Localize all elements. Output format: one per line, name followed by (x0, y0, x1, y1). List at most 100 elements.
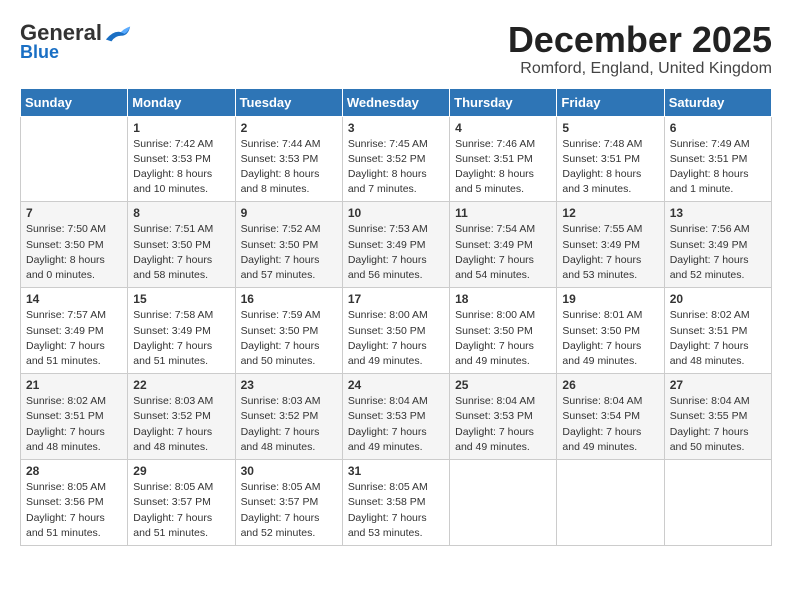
day-info: Sunrise: 7:52 AMSunset: 3:50 PMDaylight:… (241, 222, 337, 283)
day-number: 8 (133, 206, 229, 220)
calendar-cell: 28Sunrise: 8:05 AMSunset: 3:56 PMDayligh… (21, 460, 128, 546)
calendar-cell: 26 Sunrise: 8:04 AMSunset: 3:54 PMDayligh… (557, 374, 664, 460)
calendar-cell (21, 116, 128, 202)
day-number: 13 (670, 206, 766, 220)
calendar-cell: 10 Sunrise: 7:53 AMSunset: 3:49 PMDayligh… (342, 202, 449, 288)
day-number: 29 (133, 464, 229, 478)
logo: General Blue (20, 20, 132, 63)
calendar-cell: 4 Sunrise: 7:46 AMSunset: 3:51 PMDaylight… (450, 116, 557, 202)
month-title: December 2025 (508, 20, 772, 60)
day-number: 10 (348, 206, 444, 220)
day-number: 23 (241, 378, 337, 392)
day-info: Sunrise: 8:04 AMSunset: 3:53 PMDaylight:… (348, 394, 444, 455)
calendar-cell: 16Sunrise: 7:59 AMSunset: 3:50 PMDayligh… (235, 288, 342, 374)
calendar-cell: 13 Sunrise: 7:56 AMSunset: 3:49 PMDayligh… (664, 202, 771, 288)
calendar-cell: 25 Sunrise: 8:04 AMSunset: 3:53 PMDayligh… (450, 374, 557, 460)
day-number: 18 (455, 292, 551, 306)
day-info: Sunrise: 8:01 AMSunset: 3:50 PMDaylight:… (562, 308, 658, 369)
calendar-cell: 27Sunrise: 8:04 AMSunset: 3:55 PMDayligh… (664, 374, 771, 460)
day-info: Sunrise: 7:58 AMSunset: 3:49 PMDaylight:… (133, 308, 229, 369)
calendar-cell (450, 460, 557, 546)
weekday-header-row: SundayMondayTuesdayWednesdayThursdayFrid… (21, 88, 772, 116)
calendar-cell: 6Sunrise: 7:49 AMSunset: 3:51 PMDaylight… (664, 116, 771, 202)
day-info: Sunrise: 7:42 AMSunset: 3:53 PMDaylight:… (133, 137, 229, 198)
day-info: Sunrise: 8:05 AMSunset: 3:57 PMDaylight:… (241, 480, 337, 541)
calendar-cell: 11 Sunrise: 7:54 AMSunset: 3:49 PMDayligh… (450, 202, 557, 288)
day-info: Sunrise: 8:02 AMSunset: 3:51 PMDaylight:… (670, 308, 766, 369)
day-number: 7 (26, 206, 122, 220)
day-number: 2 (241, 121, 337, 135)
calendar-cell (557, 460, 664, 546)
week-row-5: 28Sunrise: 8:05 AMSunset: 3:56 PMDayligh… (21, 460, 772, 546)
calendar: SundayMondayTuesdayWednesdayThursdayFrid… (20, 88, 772, 546)
day-number: 21 (26, 378, 122, 392)
day-number: 12 (562, 206, 658, 220)
calendar-cell: 1 Sunrise: 7:42 AMSunset: 3:53 PMDaylight… (128, 116, 235, 202)
day-info: Sunrise: 7:51 AMSunset: 3:50 PMDaylight:… (133, 222, 229, 283)
calendar-cell: 14 Sunrise: 7:57 AMSunset: 3:49 PMDayligh… (21, 288, 128, 374)
day-number: 31 (348, 464, 444, 478)
day-number: 25 (455, 378, 551, 392)
weekday-header-friday: Friday (557, 88, 664, 116)
day-number: 6 (670, 121, 766, 135)
logo-blue-text: Blue (20, 42, 59, 63)
calendar-cell: 21Sunrise: 8:02 AMSunset: 3:51 PMDayligh… (21, 374, 128, 460)
day-number: 26 (562, 378, 658, 392)
weekday-header-thursday: Thursday (450, 88, 557, 116)
day-number: 14 (26, 292, 122, 306)
day-info: Sunrise: 7:46 AMSunset: 3:51 PMDaylight:… (455, 137, 551, 198)
calendar-cell: 9 Sunrise: 7:52 AMSunset: 3:50 PMDaylight… (235, 202, 342, 288)
day-info: Sunrise: 7:54 AMSunset: 3:49 PMDaylight:… (455, 222, 551, 283)
calendar-cell: 24Sunrise: 8:04 AMSunset: 3:53 PMDayligh… (342, 374, 449, 460)
title-block: December 2025 Romford, England, United K… (508, 20, 772, 78)
day-number: 4 (455, 121, 551, 135)
logo-bird-icon (104, 22, 132, 44)
calendar-cell: 22 Sunrise: 8:03 AMSunset: 3:52 PMDayligh… (128, 374, 235, 460)
week-row-2: 7Sunrise: 7:50 AMSunset: 3:50 PMDaylight… (21, 202, 772, 288)
calendar-cell: 2 Sunrise: 7:44 AMSunset: 3:53 PMDaylight… (235, 116, 342, 202)
calendar-cell: 3 Sunrise: 7:45 AMSunset: 3:52 PMDaylight… (342, 116, 449, 202)
calendar-cell: 8 Sunrise: 7:51 AMSunset: 3:50 PMDaylight… (128, 202, 235, 288)
day-info: Sunrise: 7:55 AMSunset: 3:49 PMDaylight:… (562, 222, 658, 283)
calendar-cell: 31 Sunrise: 8:05 AMSunset: 3:58 PMDayligh… (342, 460, 449, 546)
day-info: Sunrise: 7:48 AMSunset: 3:51 PMDaylight:… (562, 137, 658, 198)
weekday-header-tuesday: Tuesday (235, 88, 342, 116)
day-info: Sunrise: 8:00 AMSunset: 3:50 PMDaylight:… (455, 308, 551, 369)
day-number: 22 (133, 378, 229, 392)
day-number: 16 (241, 292, 337, 306)
week-row-1: 1 Sunrise: 7:42 AMSunset: 3:53 PMDaylight… (21, 116, 772, 202)
day-info: Sunrise: 7:57 AMSunset: 3:49 PMDaylight:… (26, 308, 122, 369)
page-header: General Blue December 2025 Romford, Engl… (20, 20, 772, 78)
weekday-header-saturday: Saturday (664, 88, 771, 116)
location: Romford, England, United Kingdom (508, 60, 772, 78)
day-info: Sunrise: 8:04 AMSunset: 3:53 PMDaylight:… (455, 394, 551, 455)
day-info: Sunrise: 7:53 AMSunset: 3:49 PMDaylight:… (348, 222, 444, 283)
day-info: Sunrise: 7:44 AMSunset: 3:53 PMDaylight:… (241, 137, 337, 198)
day-number: 11 (455, 206, 551, 220)
day-number: 28 (26, 464, 122, 478)
day-info: Sunrise: 8:04 AMSunset: 3:54 PMDaylight:… (562, 394, 658, 455)
calendar-cell: 7Sunrise: 7:50 AMSunset: 3:50 PMDaylight… (21, 202, 128, 288)
day-info: Sunrise: 8:00 AMSunset: 3:50 PMDaylight:… (348, 308, 444, 369)
weekday-header-sunday: Sunday (21, 88, 128, 116)
calendar-cell: 29Sunrise: 8:05 AMSunset: 3:57 PMDayligh… (128, 460, 235, 546)
calendar-cell (664, 460, 771, 546)
day-number: 9 (241, 206, 337, 220)
day-number: 30 (241, 464, 337, 478)
day-info: Sunrise: 8:05 AMSunset: 3:58 PMDaylight:… (348, 480, 444, 541)
day-info: Sunrise: 8:04 AMSunset: 3:55 PMDaylight:… (670, 394, 766, 455)
day-number: 20 (670, 292, 766, 306)
calendar-cell: 23Sunrise: 8:03 AMSunset: 3:52 PMDayligh… (235, 374, 342, 460)
day-info: Sunrise: 8:03 AMSunset: 3:52 PMDaylight:… (133, 394, 229, 455)
calendar-cell: 5Sunrise: 7:48 AMSunset: 3:51 PMDaylight… (557, 116, 664, 202)
day-number: 1 (133, 121, 229, 135)
day-info: Sunrise: 7:45 AMSunset: 3:52 PMDaylight:… (348, 137, 444, 198)
day-number: 15 (133, 292, 229, 306)
calendar-cell: 15 Sunrise: 7:58 AMSunset: 3:49 PMDayligh… (128, 288, 235, 374)
calendar-cell: 19 Sunrise: 8:01 AMSunset: 3:50 PMDayligh… (557, 288, 664, 374)
calendar-cell: 30 Sunrise: 8:05 AMSunset: 3:57 PMDayligh… (235, 460, 342, 546)
day-number: 19 (562, 292, 658, 306)
week-row-3: 14 Sunrise: 7:57 AMSunset: 3:49 PMDayligh… (21, 288, 772, 374)
day-info: Sunrise: 7:56 AMSunset: 3:49 PMDaylight:… (670, 222, 766, 283)
day-number: 3 (348, 121, 444, 135)
